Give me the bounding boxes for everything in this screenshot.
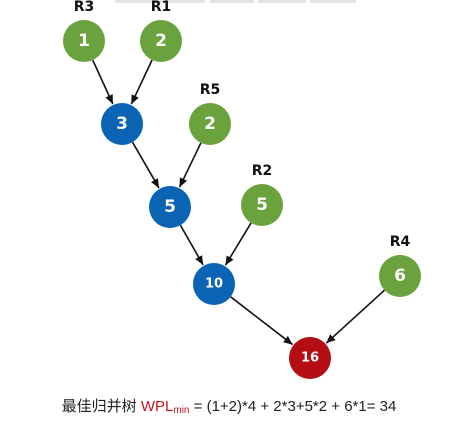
run-label-r4: R4 [390, 234, 411, 250]
node-r4: 6 R4 [379, 234, 421, 297]
node-m5: 5 [149, 186, 191, 228]
edges-layer [92, 59, 386, 346]
node-value-r3: 1 [78, 31, 90, 51]
edge-m10-to-root [230, 296, 294, 346]
formula-wpl: WPL [140, 398, 174, 415]
run-label-r1: R1 [151, 0, 172, 15]
run-label-r3: R3 [74, 0, 95, 15]
formula-prefix: 最佳归并树 [61, 398, 137, 415]
node-m10: 10 [193, 263, 235, 305]
node-value-r1: 2 [155, 31, 167, 51]
nodes-layer: 1 R3 2 R1 3 2 R5 5 5 R2 10 6 R4 16 [63, 0, 421, 379]
node-value-r4: 6 [394, 266, 406, 286]
edge-r5-to-m5 [178, 142, 202, 188]
formula-wpl-sub: min [173, 405, 190, 416]
wpl-formula: 最佳归并树 WPLmin = (1+2)*4 + 2*3+5*2 + 6*1= … [0, 395, 458, 416]
node-r3: 1 R3 [63, 0, 105, 62]
run-label-r2: R2 [252, 163, 273, 179]
node-value-m10: 10 [205, 277, 223, 292]
edge-r4-to-root [325, 289, 386, 344]
edge-r1-to-m3 [130, 59, 153, 105]
node-value-m3: 3 [116, 114, 128, 134]
edge-m3-to-m5 [131, 141, 160, 189]
node-r2: 5 R2 [241, 163, 283, 226]
node-value-m5: 5 [164, 197, 176, 217]
node-value-r5: 2 [204, 114, 216, 134]
node-r5: 2 R5 [189, 82, 231, 145]
node-value-r2: 5 [256, 195, 268, 215]
edge-r3-to-m3 [92, 59, 114, 105]
node-value-root: 16 [301, 351, 319, 366]
formula-expression: = (1+2)*4 + 2*3+5*2 + 6*1= 34 [193, 398, 397, 415]
node-root: 16 [289, 337, 331, 379]
edge-m5-to-m10 [179, 224, 204, 266]
edge-r2-to-m10 [224, 222, 252, 266]
run-label-r5: R5 [200, 82, 221, 98]
node-r1: 2 R1 [140, 0, 182, 62]
merge-tree-diagram: 1 R3 2 R1 3 2 R5 5 5 R2 10 6 R4 16 [63, 0, 421, 379]
node-m3: 3 [101, 103, 143, 145]
